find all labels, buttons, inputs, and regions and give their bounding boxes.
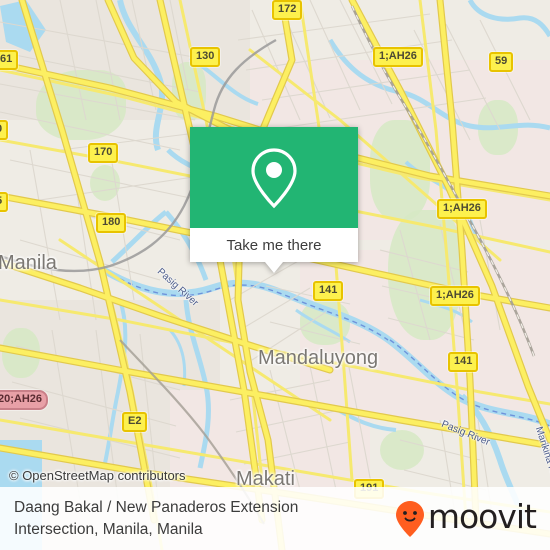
- location-title-line-2: Intersection, Manila, Manila: [14, 520, 203, 538]
- route-shield[interactable]: 1;AH26: [373, 47, 423, 67]
- route-shield[interactable]: 1;AH26: [437, 199, 487, 219]
- route-shield[interactable]: 130: [190, 47, 221, 67]
- osm-attribution[interactable]: © OpenStreetMap contributors: [9, 468, 186, 483]
- take-me-there-label: Take me there: [226, 236, 322, 254]
- moovit-wordmark: moovit: [427, 497, 537, 536]
- route-shield[interactable]: 59: [489, 52, 514, 72]
- route-shield[interactable]: 5: [0, 192, 9, 212]
- route-shield[interactable]: 170: [88, 143, 119, 163]
- location-title-line-1: Daang Bakal / New Panaderos Extension: [14, 499, 299, 517]
- moovit-logo[interactable]: moovit: [395, 497, 550, 538]
- route-shield[interactable]: 141: [313, 281, 344, 301]
- place-label-mandaluyong: Mandaluyong: [258, 347, 379, 369]
- route-shield[interactable]: E2: [122, 412, 148, 432]
- route-shield[interactable]: 61: [0, 50, 19, 70]
- route-shield-motorway[interactable]: 20;AH26: [0, 390, 49, 410]
- route-shield[interactable]: 180: [96, 213, 127, 233]
- popup-image-area: [190, 127, 358, 228]
- route-shield[interactable]: 172: [272, 0, 303, 20]
- location-title: Daang Bakal / New Panaderos Extension In…: [0, 497, 298, 540]
- location-popup-card[interactable]: Take me there: [190, 127, 358, 273]
- moovit-pin-icon: [395, 500, 424, 537]
- route-shield[interactable]: 141: [448, 352, 479, 372]
- map-canvas[interactable]: Manila Mandaluyong Makati Pasig River Pa…: [0, 0, 550, 550]
- take-me-there-button[interactable]: Take me there: [190, 228, 358, 262]
- map-pin-icon: [251, 147, 297, 208]
- route-shield[interactable]: 0: [0, 120, 9, 140]
- footer-bar: Daang Bakal / New Panaderos Extension In…: [0, 487, 550, 550]
- route-shield[interactable]: 1;AH26: [430, 286, 480, 306]
- place-label-manila: Manila: [0, 252, 57, 274]
- popup-tail: [265, 262, 283, 273]
- map-screenshot: Manila Mandaluyong Makati Pasig River Pa…: [0, 0, 550, 550]
